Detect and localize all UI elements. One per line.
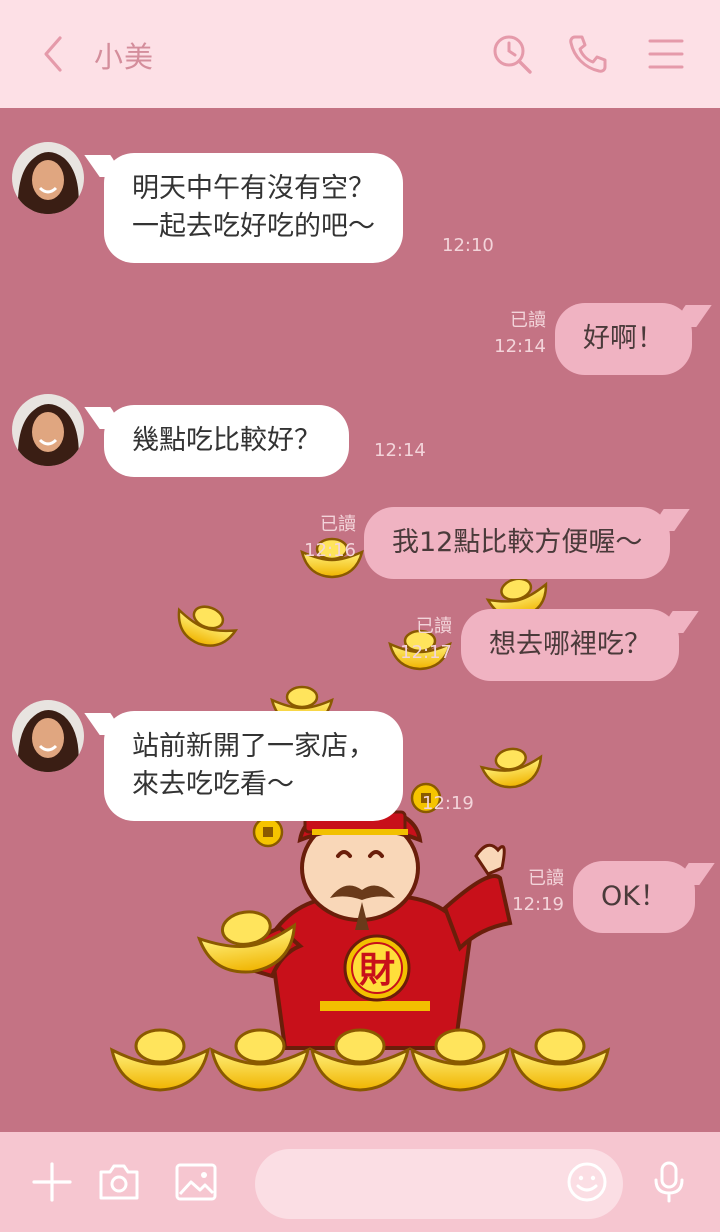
avatar[interactable] xyxy=(12,394,84,466)
message-bubble-incoming[interactable]: 明天中午有沒有空？ 一起去吃好吃的吧～ xyxy=(104,153,403,263)
contact-photo-icon xyxy=(12,700,84,772)
read-receipt: 已讀 12:14 xyxy=(486,308,546,360)
message-time: 12:17 xyxy=(400,642,452,663)
chat-header: 小美 xyxy=(0,0,720,108)
avatar[interactable] xyxy=(12,142,84,214)
contact-photo-icon xyxy=(12,394,84,466)
message-time: 12:16 xyxy=(304,540,356,561)
avatar[interactable] xyxy=(12,700,84,772)
message-input-bar xyxy=(0,1132,720,1232)
phone-icon[interactable] xyxy=(566,32,610,76)
read-label: 已讀 xyxy=(510,310,546,331)
back-chevron-icon[interactable] xyxy=(36,34,70,74)
contact-photo-icon xyxy=(12,142,84,214)
read-label: 已讀 xyxy=(528,868,564,889)
svg-text:財: 財 xyxy=(359,949,395,991)
read-receipt: 已讀 12:16 xyxy=(296,512,356,564)
search-clock-icon[interactable] xyxy=(490,32,534,76)
message-time: 12:10 xyxy=(442,235,494,256)
message-bubble-incoming[interactable]: 站前新開了一家店， 來去吃吃看～ xyxy=(104,711,403,821)
chat-area[interactable]: 財 明天中午有沒有空？ 一起去吃好吃的吧～ 12:10 已讀 12:14 好啊！… xyxy=(0,108,720,1132)
message-bubble-outgoing[interactable]: 想去哪裡吃？ xyxy=(461,609,679,681)
menu-icon[interactable] xyxy=(644,32,688,76)
message-bubble-outgoing[interactable]: OK！ xyxy=(573,861,695,933)
message-time: 12:19 xyxy=(422,793,474,814)
message-time: 12:19 xyxy=(512,894,564,915)
image-icon[interactable] xyxy=(174,1160,218,1204)
message-bubble-outgoing[interactable]: 我12點比較方便喔～ xyxy=(364,507,671,579)
message-bubble-outgoing[interactable]: 好啊！ xyxy=(555,303,692,375)
emoji-icon[interactable] xyxy=(565,1160,609,1204)
camera-icon[interactable] xyxy=(97,1160,141,1204)
read-label: 已讀 xyxy=(416,616,452,637)
message-bubble-incoming[interactable]: 幾點吃比較好？ xyxy=(104,405,349,477)
read-receipt: 已讀 12:19 xyxy=(504,866,564,918)
contact-name: 小美 xyxy=(94,40,155,74)
read-receipt: 已讀 12:17 xyxy=(392,614,452,666)
plus-icon[interactable] xyxy=(30,1160,74,1204)
read-label: 已讀 xyxy=(320,514,356,535)
message-time: 12:14 xyxy=(374,440,426,461)
microphone-icon[interactable] xyxy=(647,1160,691,1204)
message-time: 12:14 xyxy=(494,336,546,357)
